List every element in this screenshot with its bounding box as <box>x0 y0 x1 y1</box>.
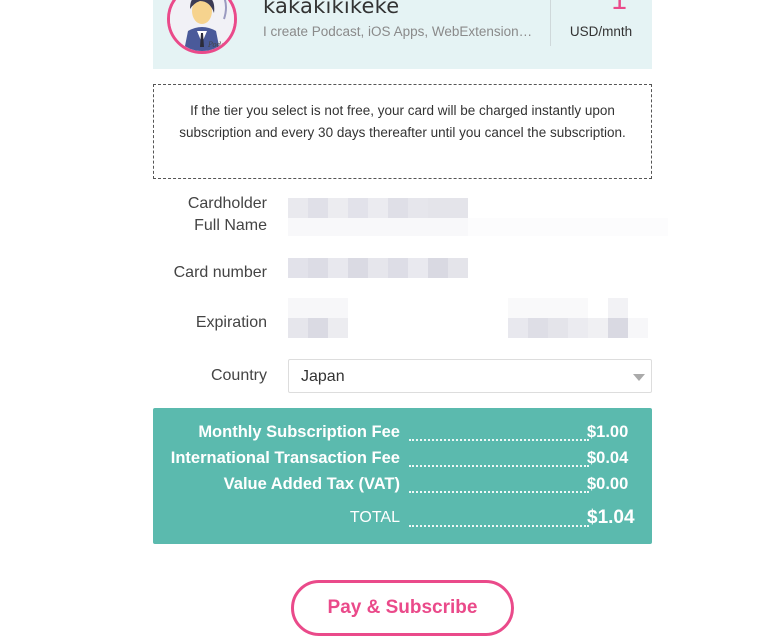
cardholder-label-line2: Full Name <box>194 217 267 234</box>
fee-value: $0.00 <box>587 475 629 493</box>
cardholder-label-line1: Cardholder <box>187 195 267 212</box>
creator-header: Podcas kakakikikeke I create Podcast, iO… <box>153 0 652 69</box>
cardholder-label: Cardholder Full Name <box>140 193 267 237</box>
expiration-year-field[interactable] <box>508 298 658 338</box>
fee-value: $1.00 <box>587 423 629 441</box>
total-row: TOTAL $1.04 <box>153 507 652 533</box>
expiration-month-field[interactable] <box>288 298 350 338</box>
card-number-field[interactable] <box>288 258 468 278</box>
chevron-down-icon <box>633 374 645 381</box>
country-select[interactable]: Japan <box>288 359 652 393</box>
fee-summary: Monthly Subscription Fee $1.00 Internati… <box>153 408 652 544</box>
country-value: Japan <box>301 368 345 385</box>
fee-row: Value Added Tax (VAT) $0.00 <box>153 475 652 499</box>
podcast-avatar-icon: Podcas <box>167 0 237 54</box>
creator-bio: I create Podcast, iOS Apps, WebExtension… <box>263 24 533 39</box>
card-number-label: Card number <box>173 264 267 281</box>
tier-unit: USD/mnth <box>569 24 633 39</box>
total-value: $1.04 <box>587 507 635 528</box>
creator-name: kakakikikeke <box>263 0 400 18</box>
fee-leader-dots <box>409 517 589 527</box>
cardholder-name-field[interactable] <box>288 198 668 238</box>
fee-label: Monthly Subscription Fee <box>198 423 400 441</box>
tier-amount: 1 <box>551 0 651 16</box>
fee-label: International Transaction Fee <box>170 449 400 467</box>
country-label: Country <box>210 367 267 384</box>
fee-leader-dots <box>409 431 589 441</box>
fee-value: $0.04 <box>587 449 629 467</box>
fee-label: Value Added Tax (VAT) <box>223 475 400 493</box>
fee-row: Monthly Subscription Fee $1.00 <box>153 423 652 447</box>
billing-notice: If the tier you select is not free, your… <box>153 84 652 179</box>
avatar-caption: Podcas <box>207 41 233 49</box>
fee-leader-dots <box>409 457 589 467</box>
fee-leader-dots <box>409 483 589 493</box>
expiration-label: Expiration <box>195 314 267 331</box>
pay-subscribe-button[interactable]: Pay & Subscribe <box>291 580 514 636</box>
fee-row: International Transaction Fee $0.04 <box>153 449 652 473</box>
total-label: TOTAL <box>349 509 400 526</box>
